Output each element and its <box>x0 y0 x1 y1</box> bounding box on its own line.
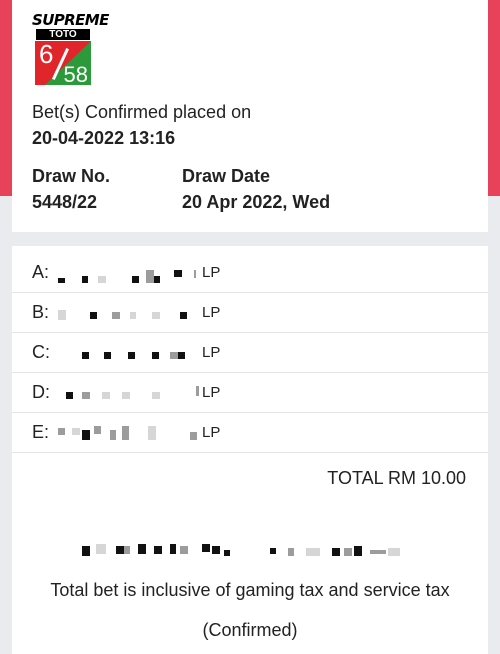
redacted-reference-number <box>82 542 422 558</box>
bets-card: A: LP B: LP C: LP D: LP E: LP TOTAL RM 1… <box>12 246 488 654</box>
bet-row: C: LP <box>12 332 488 373</box>
right-accent-bar <box>488 0 500 196</box>
bet-row: A: LP <box>12 252 488 293</box>
left-accent-bar <box>0 0 12 196</box>
bet-letter: D: <box>32 382 50 402</box>
bet-suffix: LP <box>202 344 221 361</box>
draw-date-label: Draw Date <box>182 166 271 186</box>
confirmation-status: (Confirmed) <box>202 620 298 640</box>
draw-no-label: Draw No. <box>32 166 111 186</box>
total-amount: TOTAL RM 10.00 <box>327 468 466 488</box>
bet-row: B: LP <box>12 292 488 333</box>
bet-row: E: LP <box>12 412 488 453</box>
logo-brand-text: SUPREME <box>32 11 109 29</box>
logo-number-58: 58 <box>63 62 88 87</box>
bet-suffix: LP <box>202 424 221 441</box>
bet-suffix: LP <box>202 264 221 281</box>
bet-letter: B: <box>32 302 50 322</box>
bet-suffix: LP <box>202 304 221 321</box>
draw-no-value: 5448/22 <box>32 192 98 212</box>
logo-number-6: 6 <box>39 39 54 69</box>
bet-letter: E: <box>32 422 50 442</box>
bet-suffix: LP <box>202 384 221 401</box>
bet-letter: A: <box>32 262 50 282</box>
tax-note: Total bet is inclusive of gaming tax and… <box>50 580 450 600</box>
bet-row: D: LP <box>12 372 488 413</box>
placed-on-label: Bet(s) Confirmed placed on <box>32 102 252 122</box>
logo-6-58-badge: 6 58 <box>35 39 91 87</box>
bet-letter: C: <box>32 342 50 362</box>
draw-date-value: 20 Apr 2022, Wed <box>182 192 331 212</box>
supreme-toto-logo: SUPREME TOTO 6 58 <box>32 11 109 88</box>
placed-datetime: 20-04-2022 13:16 <box>32 128 176 148</box>
ticket-header-card: SUPREME TOTO 6 58 Bet(s) Confirmed place… <box>12 0 488 232</box>
